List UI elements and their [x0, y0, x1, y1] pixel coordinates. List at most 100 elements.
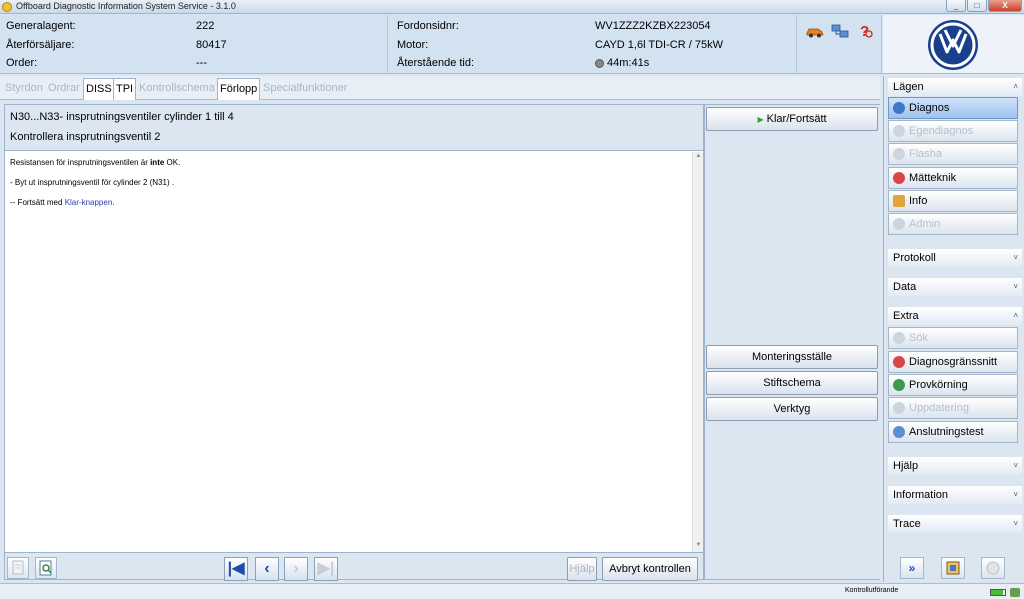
done-button-link[interactable]: Klar-knappen — [65, 198, 113, 207]
trace-header[interactable]: Trace ˅ — [888, 515, 1022, 533]
sidebar-item-info[interactable]: Info — [888, 190, 1018, 212]
plug-icon — [1010, 588, 1020, 597]
document-search-icon[interactable] — [35, 557, 57, 579]
data-header[interactable]: Data ˅ — [888, 278, 1022, 296]
tools-button[interactable]: Verktyg — [706, 397, 878, 421]
engine-value: CAYD 1,6l TDI-CR / 75kW — [595, 39, 723, 51]
generalagent-value: 222 — [196, 20, 215, 32]
sidebar-item-matteknik[interactable]: Mätteknik — [888, 167, 1018, 189]
vertical-scrollbar[interactable]: ▲ ▼ — [692, 152, 703, 552]
power-icon[interactable] — [981, 557, 1005, 579]
help-header[interactable]: Hjälp ˅ — [888, 457, 1022, 475]
tab-tpi[interactable]: TPI — [113, 78, 137, 100]
gauge-icon — [893, 172, 905, 184]
connection-icon — [893, 426, 905, 438]
information-header[interactable]: Information ˅ — [888, 486, 1022, 504]
vehicle-info: Fordonsidnr: WV1ZZZ2KZBX223054 Motor: CA… — [389, 15, 797, 73]
chevron-down-icon: ˅ — [1013, 490, 1018, 499]
interface-icon — [893, 356, 905, 368]
test-plan-panel: N30...N33- insprutningsventiler cylinder… — [4, 104, 704, 581]
sidebar-item-anslutningstest[interactable]: Anslutningstest — [888, 421, 1018, 443]
last-step-button[interactable]: ▶| — [314, 557, 338, 581]
done-continue-label: Klar/Fortsätt — [766, 113, 827, 125]
dealer-info: Generalagent: 222 Återförsäljare: 80417 … — [0, 15, 388, 73]
generalagent-label: Generalagent: — [6, 20, 76, 32]
done-continue-button[interactable]: ▶ Klar/Fortsätt — [706, 107, 878, 131]
maximize-button[interactable]: □ — [967, 0, 987, 12]
test-title: N30...N33- insprutningsventiler cylinder… — [10, 111, 234, 123]
sidebar-item-flasha[interactable]: Flasha — [888, 143, 1018, 165]
test-subtitle: Kontrollera insprutningsventil 2 — [10, 131, 161, 143]
sidebar-item-provkorning[interactable]: Provkörning — [888, 374, 1018, 396]
result-line: Resistansen för insprutningsventilen är … — [10, 158, 181, 167]
header-tools: ? — [798, 15, 882, 73]
sidebar-item-sok[interactable]: Sök — [888, 327, 1018, 349]
sidebar-item-admin[interactable]: Admin — [888, 213, 1018, 235]
mode-sidebar: Lägen ˄ Diagnos Egendiagnos Flasha Mättek… — [883, 76, 1024, 582]
forward-button[interactable]: » — [900, 557, 924, 579]
network-icon[interactable] — [831, 23, 849, 39]
screenshot-icon[interactable] — [941, 557, 965, 579]
first-step-button[interactable]: |◀ — [224, 557, 248, 581]
test-drive-icon — [893, 379, 905, 391]
content-footer: |◀ ‹ › ▶| Hjälp Avbryt kontrollen — [5, 552, 703, 581]
modes-header[interactable]: Lägen ˄ — [888, 78, 1022, 96]
order-label: Order: — [6, 57, 38, 69]
tab-bar: Styrdon Ordrar DISS TPI Kontrollschema F… — [0, 76, 880, 100]
tab-specialfunktioner[interactable]: Specialfunktioner — [261, 78, 349, 100]
minimize-button[interactable]: _ — [946, 0, 966, 12]
admin-icon — [893, 218, 905, 230]
mounting-location-button[interactable]: Monteringsställe — [706, 345, 878, 369]
remaining-time-value: 44m:41s — [607, 57, 650, 69]
title-bar: Offboard Diagnostic Information System S… — [0, 0, 1024, 14]
car-icon[interactable] — [806, 23, 824, 39]
replace-line: - Byt ut insprutningsventil för cylinder… — [10, 178, 175, 187]
help-icon[interactable]: ? — [856, 23, 874, 39]
app-icon — [2, 2, 12, 12]
tab-forlopp[interactable]: Förlopp — [217, 78, 261, 100]
vehicle-header: Generalagent: 222 Återförsäljare: 80417 … — [0, 15, 1024, 74]
sidebar-item-uppdatering[interactable]: Uppdatering — [888, 397, 1018, 419]
document-icon[interactable] — [7, 557, 29, 579]
close-button[interactable]: X — [988, 0, 1022, 12]
help-button[interactable]: Hjälp — [567, 557, 597, 581]
reseller-label: Återförsäljare: — [6, 39, 75, 51]
tab-kontrollschema[interactable]: Kontrollschema — [137, 78, 217, 100]
previous-step-button[interactable]: ‹ — [255, 557, 279, 581]
vin-value: WV1ZZZ2KZBX223054 — [595, 20, 711, 32]
chevron-up-icon: ˄ — [1013, 82, 1018, 91]
instruction-text: Resistansen för insprutningsventilen är … — [5, 152, 692, 552]
tab-ordrar[interactable]: Ordrar — [46, 78, 82, 100]
window-controls: _ □ X — [946, 0, 1022, 12]
chevron-up-icon: ˄ — [1013, 311, 1018, 320]
sidebar-item-egendiagnos[interactable]: Egendiagnos — [888, 120, 1018, 142]
chevron-down-icon: ˅ — [1013, 461, 1018, 470]
sidebar-item-diagnos[interactable]: Diagnos — [888, 97, 1018, 119]
window-title: Offboard Diagnostic Information System S… — [16, 1, 236, 11]
scroll-down-icon[interactable]: ▼ — [694, 542, 703, 551]
test-heading: N30...N33- insprutningsventiler cylinder… — [5, 105, 703, 151]
brand-panel — [883, 15, 1024, 73]
abort-test-button[interactable]: Avbryt kontrollen — [602, 557, 698, 581]
flash-icon — [893, 148, 905, 160]
tab-diss[interactable]: DISS — [83, 78, 115, 100]
protocol-header[interactable]: Protokoll ˅ — [888, 249, 1022, 267]
play-icon: ▶ — [757, 115, 764, 124]
extra-header[interactable]: Extra ˄ — [888, 307, 1022, 325]
tab-styrdon[interactable]: Styrdon — [3, 78, 45, 100]
action-panel: ▶ Klar/Fortsätt Monteringsställe Stiftsc… — [704, 104, 880, 580]
remaining-time-label: Återstående tid: — [397, 57, 475, 69]
next-step-button[interactable]: › — [284, 557, 308, 581]
sidebar-item-diagnosgranssnitt[interactable]: Diagnosgränssnitt — [888, 351, 1018, 373]
pin-diagram-button[interactable]: Stiftschema — [706, 371, 878, 395]
order-value: --- — [196, 57, 207, 69]
battery-icon — [990, 589, 1006, 596]
scroll-up-icon[interactable]: ▲ — [694, 153, 703, 162]
chevron-down-icon: ˅ — [1013, 519, 1018, 528]
status-bar: Kontrollutförande — [0, 583, 1024, 599]
vw-logo-icon — [928, 20, 978, 70]
self-diagnosis-icon — [893, 125, 905, 137]
status-text: Kontrollutförande — [845, 587, 899, 594]
vin-label: Fordonsidnr: — [397, 20, 459, 32]
chevron-down-icon: ˅ — [1013, 282, 1018, 291]
